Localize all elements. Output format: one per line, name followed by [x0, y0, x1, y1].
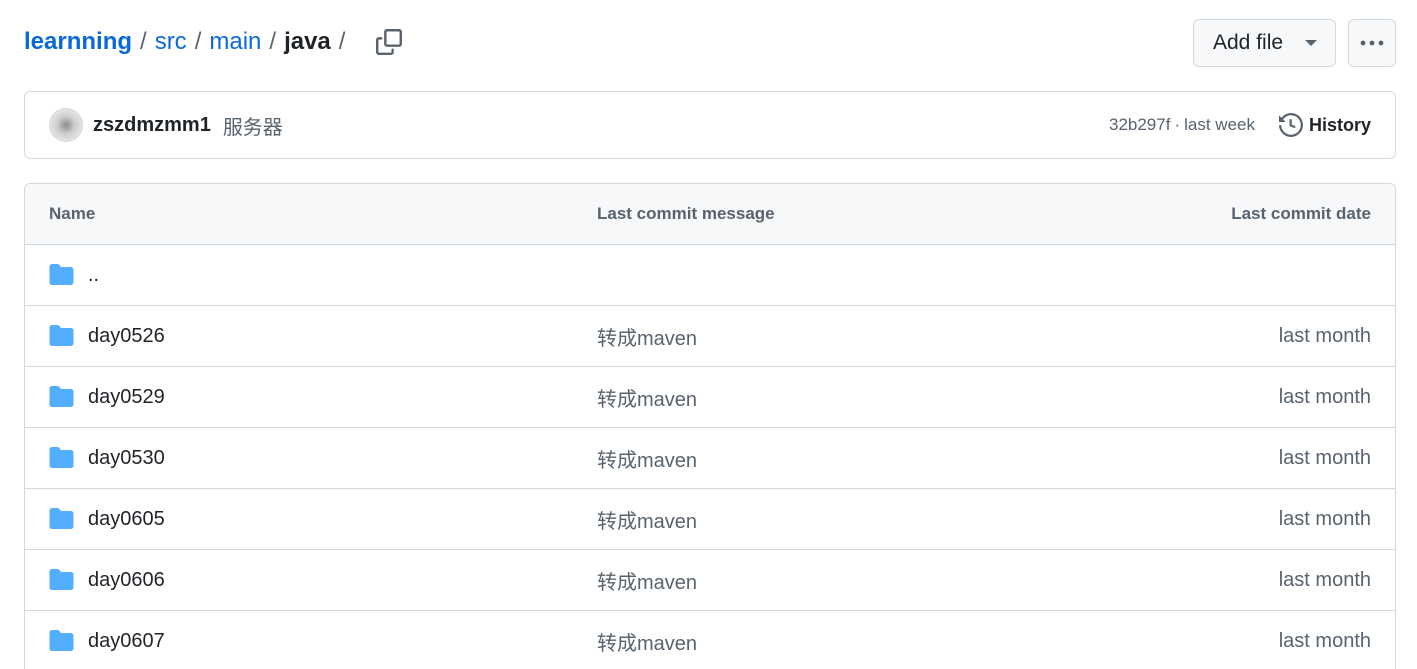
- folder-icon: [49, 630, 74, 651]
- breadcrumb-separator: /: [269, 28, 277, 55]
- table-row[interactable]: day0607 转成maven last month: [25, 611, 1395, 669]
- commit-date: last month: [1278, 568, 1371, 591]
- file-name-link[interactable]: day0530: [88, 447, 165, 470]
- avatar[interactable]: [49, 108, 83, 142]
- triangle-down-icon: [1305, 40, 1318, 46]
- commit-message-link[interactable]: 转成maven: [597, 505, 697, 534]
- add-file-button[interactable]: Add file: [1193, 19, 1336, 67]
- parent-directory-row[interactable]: ..: [25, 245, 1395, 306]
- commit-meta: 32b297f · last week: [1109, 115, 1255, 135]
- file-name-link[interactable]: day0526: [88, 325, 165, 348]
- file-name-link[interactable]: day0529: [88, 386, 165, 409]
- history-button[interactable]: History: [1278, 113, 1371, 137]
- file-name-link[interactable]: day0605: [88, 508, 165, 531]
- folder-icon: [49, 569, 74, 590]
- table-row[interactable]: day0529 转成maven last month: [25, 367, 1395, 428]
- file-header: learnning / src / main / java / Add file: [24, 18, 1396, 68]
- commit-hash[interactable]: 32b297f: [1109, 115, 1170, 135]
- breadcrumb-separator: /: [140, 28, 147, 55]
- commit-time: last week: [1184, 115, 1255, 134]
- commit-date: last month: [1278, 507, 1371, 530]
- commit-date: last month: [1278, 629, 1371, 652]
- file-name-link[interactable]: day0606: [88, 569, 165, 592]
- meta-separator: ·: [1174, 115, 1181, 134]
- file-name-link[interactable]: ..: [88, 264, 99, 287]
- commit-message-link[interactable]: 转成maven: [597, 627, 697, 656]
- table-row[interactable]: day0605 转成maven last month: [25, 489, 1395, 550]
- commit-date: last month: [1278, 324, 1371, 347]
- table-header: Name Last commit message Last commit dat…: [25, 184, 1395, 245]
- breadcrumb: learnning / src / main / java /: [24, 26, 405, 58]
- folder-icon: [49, 325, 74, 346]
- commit-date: last month: [1278, 446, 1371, 469]
- commit-date: last month: [1278, 385, 1371, 408]
- latest-commit-bar: zszdmzmm1 服务器 32b297f · last week Histor…: [24, 91, 1396, 159]
- header-message: Last commit message: [597, 204, 775, 223]
- commit-message-link[interactable]: 转成maven: [597, 322, 697, 351]
- table-row[interactable]: day0526 转成maven last month: [25, 306, 1395, 367]
- breadcrumb-repo-link[interactable]: learnning: [24, 26, 132, 58]
- kebab-horizontal-icon: [1360, 40, 1384, 46]
- history-icon: [1278, 113, 1303, 137]
- commit-message-link[interactable]: 转成maven: [597, 383, 697, 412]
- copy-icon: [376, 29, 403, 55]
- breadcrumb-separator: /: [194, 28, 202, 55]
- breadcrumb-main-link[interactable]: main: [209, 26, 261, 58]
- commit-message[interactable]: 服务器: [223, 111, 283, 140]
- breadcrumb-separator: /: [338, 28, 346, 55]
- folder-icon: [49, 264, 74, 285]
- header-name: Name: [49, 204, 96, 223]
- table-body: .. day0526 转成maven last month day0529 转成maven…: [25, 245, 1395, 669]
- history-label: History: [1308, 114, 1371, 135]
- add-file-label: Add file: [1213, 31, 1284, 54]
- folder-icon: [49, 508, 74, 529]
- breadcrumb-src-link[interactable]: src: [155, 26, 187, 58]
- file-table: Name Last commit message Last commit dat…: [24, 183, 1396, 669]
- commit-author[interactable]: zszdmzmm1: [93, 114, 211, 137]
- commit-message-link[interactable]: 转成maven: [597, 566, 697, 595]
- header-date: Last commit date: [1231, 204, 1371, 223]
- copy-path-button[interactable]: [373, 26, 405, 58]
- table-row[interactable]: day0530 转成maven last month: [25, 428, 1395, 489]
- table-row[interactable]: day0606 转成maven last month: [25, 550, 1395, 611]
- folder-icon: [49, 386, 74, 407]
- folder-icon: [49, 447, 74, 468]
- breadcrumb-current: java: [284, 28, 331, 55]
- commit-message-link[interactable]: 转成maven: [597, 444, 697, 473]
- file-name-link[interactable]: day0607: [88, 630, 165, 653]
- more-options-button[interactable]: [1348, 19, 1396, 67]
